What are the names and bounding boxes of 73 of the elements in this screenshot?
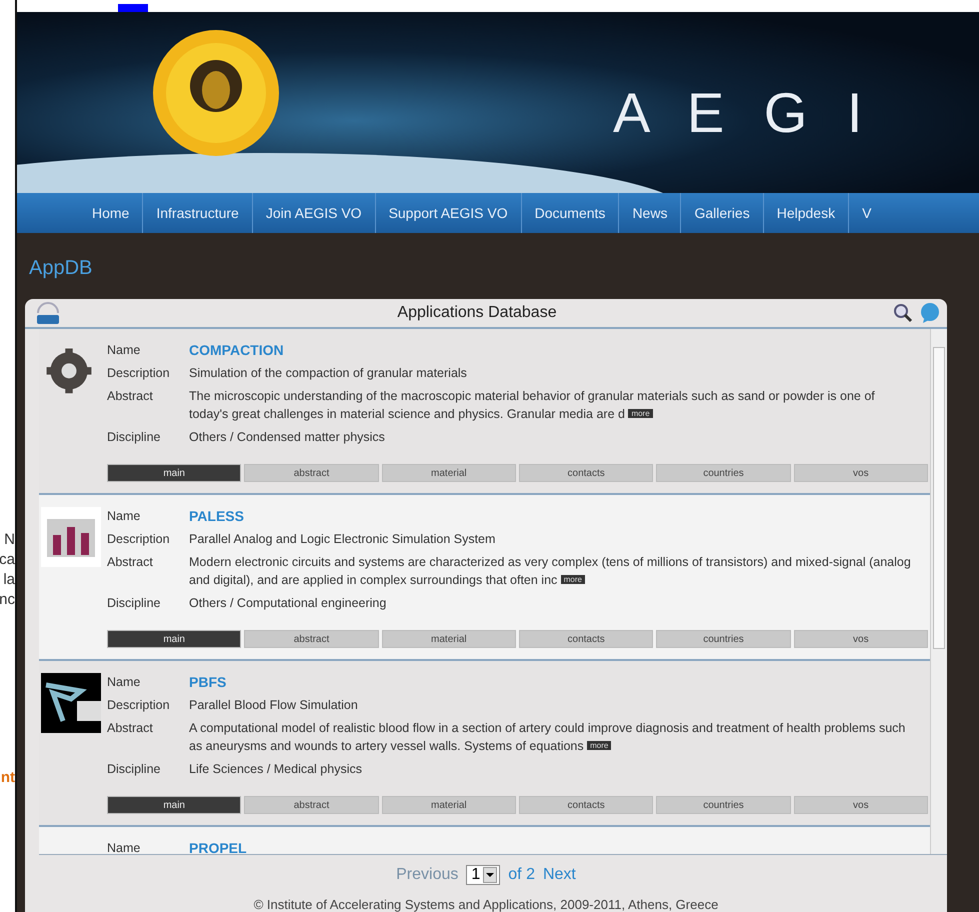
help-icon[interactable] <box>919 302 941 324</box>
field-label: Name <box>107 674 142 691</box>
description-text: Parallel Analog and Logic Electronic Simulation System <box>189 530 496 548</box>
abstract-text: The microscopic understanding of the macroscopic material behavior of granular materials such as sand or powder is one of today's great challenges in material science and physics. Granular media are d more <box>189 388 876 423</box>
nav-link[interactable]: News <box>618 193 680 233</box>
page-title: AppDB <box>29 257 94 281</box>
cut-off-text: nt <box>0 768 15 788</box>
next-link[interactable]: Next <box>542 866 576 884</box>
tab[interactable]: main <box>107 796 242 814</box>
tab[interactable]: main <box>107 630 242 648</box>
tab[interactable]: vos <box>794 796 928 814</box>
field-label: Abstract <box>107 720 154 737</box>
field-label: Discipline <box>107 761 162 778</box>
field-label: Discipline <box>107 595 162 612</box>
square-icon <box>118 4 148 12</box>
nav-link[interactable]: Home <box>79 193 142 233</box>
description-text: Parallel Blood Flow Simulation <box>189 696 359 714</box>
discipline-text: Others / Computational engineering <box>189 595 388 612</box>
abstract-text: A computational model of realistic blood flow in a section of artery could improve diagnosis and treatment of health problems such as aneurysms and wounds to artery vessel walls. Systems of equations more <box>189 720 906 755</box>
nav-link[interactable]: V <box>848 193 884 233</box>
nav-link[interactable]: Galleries <box>680 193 763 233</box>
field-label: Description <box>107 696 171 714</box>
nav-link[interactable]: Documents <box>520 193 618 233</box>
description-text: Simulation of the compaction of granular materials <box>189 364 468 382</box>
tab[interactable]: countries <box>656 796 791 814</box>
discipline-text: Others / Condensed matter physics <box>189 429 386 446</box>
nav-link[interactable]: Helpdesk <box>762 193 848 233</box>
more-button[interactable]: more <box>628 409 653 418</box>
field-label: Abstract <box>107 388 154 405</box>
tab[interactable]: vos <box>794 464 928 482</box>
field-label: Abstract <box>107 554 154 571</box>
app-name-link[interactable]: PBFS <box>189 672 226 691</box>
copyright-text: © Institute of Accelerating Systems and Applications, 2009-2011, Athens, Greece <box>252 896 720 912</box>
tab[interactable]: countries <box>656 464 791 482</box>
nav-link[interactable]: Join AEGIS VO <box>252 193 375 233</box>
tab[interactable]: abstract <box>244 464 379 482</box>
cut-off-text: la <box>3 570 15 590</box>
tab[interactable]: contacts <box>518 796 654 814</box>
page-dropdown[interactable]: 1 <box>466 864 500 885</box>
tab[interactable]: abstract <box>244 630 379 648</box>
cut-off-text: N <box>4 530 15 550</box>
field-label: Discipline <box>107 429 162 446</box>
tab[interactable]: countries <box>656 630 791 648</box>
cut-off-text: ca <box>0 550 15 570</box>
scrollbar[interactable] <box>930 328 947 854</box>
search-icon[interactable] <box>893 302 913 323</box>
tab[interactable]: vos <box>794 630 928 648</box>
app-name-link[interactable]: PROPEL <box>189 838 247 854</box>
nav-link[interactable]: Support AEGIS VO <box>374 193 521 233</box>
field-label: Name <box>107 342 142 359</box>
cut-off-text: nc <box>0 590 15 610</box>
tab[interactable]: material <box>382 464 516 482</box>
field-label: Name <box>107 508 142 525</box>
app-name-link[interactable]: PALESS <box>189 506 244 525</box>
more-button[interactable]: more <box>560 575 585 584</box>
tab[interactable]: material <box>382 796 516 814</box>
field-label: Name <box>107 840 142 854</box>
tab[interactable]: contacts <box>518 630 654 648</box>
field-label: Description <box>107 364 171 382</box>
page-count: of 2 <box>508 866 535 884</box>
tab[interactable]: material <box>382 630 516 648</box>
tab[interactable]: abstract <box>244 796 379 814</box>
nav-link[interactable]: Infrastructure <box>142 193 252 233</box>
panel-title: Applications Database <box>396 304 558 322</box>
app-name-link[interactable]: COMPACTION <box>189 340 284 359</box>
caret-icon <box>483 866 498 883</box>
abstract-text: Modern electronic circuits and systems are characterized as very complex (tens of millions of transistors) and mixed-signal (analog and digital), and are applied in complex surroundings that often inc more <box>189 554 912 589</box>
more-button[interactable]: more <box>587 741 612 750</box>
discipline-text: Life Sciences / Medical physics <box>189 761 363 778</box>
field-label: Description <box>107 530 171 548</box>
tab[interactable]: main <box>107 464 242 482</box>
tab[interactable]: contacts <box>518 464 654 482</box>
site-title: A E G I <box>613 80 866 145</box>
